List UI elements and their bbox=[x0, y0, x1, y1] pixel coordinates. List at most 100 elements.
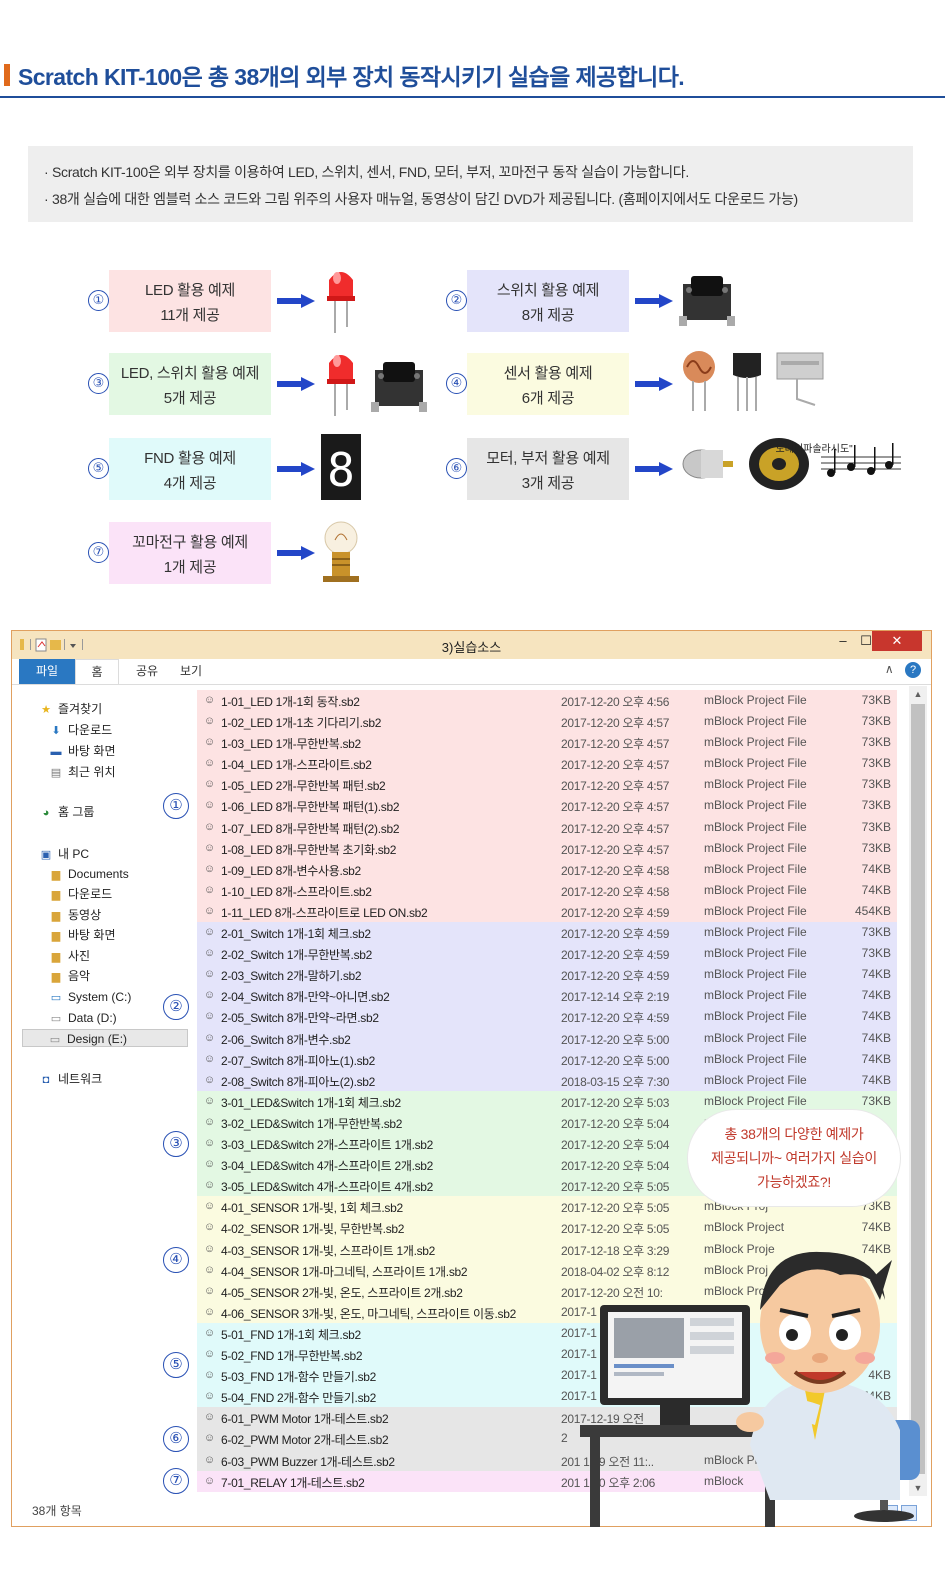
mblock-file-icon: ☺ bbox=[203, 926, 216, 939]
nav-pictures[interactable]: ▆ 사진 bbox=[48, 947, 90, 965]
file-row[interactable]: ☺ 1-09_LED 8개-변수사용.sb2 2017-12-20 오후 4:58 m… bbox=[197, 859, 897, 880]
mblock-file-icon: ☺ bbox=[203, 1073, 216, 1086]
file-row[interactable]: ☺ 1-06_LED 8개-무한반복 패턴(1).sb2 2017-12-20 오후… bbox=[197, 795, 897, 816]
group-number: ⑥ bbox=[163, 1426, 189, 1453]
nav-pc-downloads[interactable]: ▆ 다운로드 bbox=[48, 885, 112, 903]
file-row[interactable]: ☺ 1-05_LED 2개-무한반복 패턴.sb2 2017-12-20 오후 4:… bbox=[197, 774, 897, 795]
mblock-file-icon: ☺ bbox=[203, 757, 216, 770]
file-date: 2017-12-20 오후 5:05 bbox=[561, 1201, 670, 1216]
ribbon-collapse-icon[interactable]: ∧ bbox=[885, 662, 894, 676]
nav-label: 홈 그룹 bbox=[58, 805, 95, 819]
file-row[interactable]: ☺ 1-01_LED 1개-1회 동작.sb2 2017-12-20 오후 4:56… bbox=[197, 690, 897, 711]
nav-label: 사진 bbox=[68, 949, 91, 963]
file-row[interactable]: ☺ 1-10_LED 8개-스프라이트.sb2 2017-12-20 오후 4:58… bbox=[197, 880, 897, 901]
example-title: 스위치 활용 예제 bbox=[496, 282, 600, 299]
file-date: 2017-12-20 오후 4:56 bbox=[561, 695, 670, 709]
file-row[interactable]: ☺ 2-05_Switch 8개-만약~라면.sb2 2017-12-20 오후 4… bbox=[197, 1006, 897, 1027]
file-row[interactable]: ☺ 2-07_Switch 8개-피아노(1).sb2 2017-12-20 오후 … bbox=[197, 1049, 897, 1070]
nav-documents[interactable]: ▆ Documents bbox=[48, 865, 129, 883]
nav-this-pc[interactable]: ▣ 내 PC bbox=[38, 845, 89, 863]
arrow-right-icon bbox=[635, 294, 673, 308]
nav-desktop[interactable]: ▬ 바탕 화면 bbox=[48, 742, 116, 760]
component-image bbox=[321, 266, 361, 341]
example-components bbox=[321, 266, 371, 336]
nav-recent[interactable]: ▤ 최근 위치 bbox=[48, 763, 116, 781]
nav-homegroup[interactable]: ◕ 홈 그룹 bbox=[38, 803, 95, 821]
file-name: 3-03_LED&Switch 2개-스프라이트 1개.sb2 bbox=[221, 1138, 434, 1153]
nav-network[interactable]: ◘ 네트워크 bbox=[38, 1070, 103, 1088]
arrow-right-icon bbox=[635, 377, 673, 391]
file-row[interactable]: ☺ 4-02_SENSOR 1개-빛, 무한반복.sb2 2017-12-20 오후… bbox=[197, 1217, 897, 1238]
tab-share[interactable]: 공유 bbox=[125, 659, 169, 684]
file-date: 2017-12-20 오후 4:57 bbox=[561, 758, 670, 773]
component-image bbox=[679, 436, 735, 497]
video-folder-icon: ▆ bbox=[51, 910, 61, 922]
help-icon[interactable]: ? bbox=[905, 662, 921, 678]
file-date: 2017-12-20 오후 4:57 bbox=[561, 716, 670, 731]
file-row[interactable]: ☺ 2-02_Switch 1개-무한반복.sb2 2017-12-20 오후 4:… bbox=[197, 943, 897, 964]
nav-favorites[interactable]: ★ 즐겨찾기 bbox=[38, 700, 102, 718]
file-date: 2017-12-20 오후 4:59 bbox=[561, 927, 670, 942]
file-row[interactable]: ☺ 1-02_LED 1개-1초 기다리기.sb2 2017-12-20 오후 4:… bbox=[197, 711, 897, 732]
file-size: 73KB bbox=[861, 714, 891, 729]
title-accent-bar bbox=[4, 64, 10, 86]
mblock-file-icon: ☺ bbox=[203, 1158, 216, 1171]
file-row[interactable]: ☺ 2-04_Switch 8개-만약~아니면.sb2 2017-12-14 오후 … bbox=[197, 985, 897, 1006]
example-count: 6개 제공 bbox=[521, 390, 575, 407]
nav-label: 내 PC bbox=[58, 847, 90, 861]
file-name: 1-03_LED 1개-무한반복.sb2 bbox=[221, 737, 361, 752]
nav-label: Documents bbox=[68, 867, 129, 881]
file-date: 2017-12-20 오후 5:05 bbox=[561, 1180, 670, 1195]
mblock-file-icon: ☺ bbox=[203, 1115, 216, 1128]
file-row[interactable]: ☺ 2-01_Switch 1개-1회 체크.sb2 2017-12-20 오후 4… bbox=[197, 922, 897, 943]
file-name: 5-01_FND 1개-1회 체크.sb2 bbox=[221, 1328, 361, 1342]
nav-videos[interactable]: ▆ 동영상 bbox=[48, 906, 101, 924]
file-name: 2-04_Switch 8개-만약~아니면.sb2 bbox=[221, 990, 390, 1005]
mblock-file-icon: ☺ bbox=[203, 715, 216, 728]
window-titlebar: 3)실습소스 – ☐ ✕ bbox=[12, 631, 931, 659]
tab-home[interactable]: 홈 bbox=[75, 659, 119, 684]
file-name: 1-05_LED 2개-무한반복 패턴.sb2 bbox=[221, 779, 386, 794]
mblock-file-icon: ☺ bbox=[203, 1390, 216, 1403]
file-row[interactable]: ☺ 1-11_LED 8개-스프라이트로 LED ON.sb2 2017-12-20… bbox=[197, 901, 897, 922]
file-row[interactable]: ☺ 1-03_LED 1개-무한반복.sb2 2017-12-20 오후 4:57 m… bbox=[197, 732, 897, 753]
nav-pc-desktop[interactable]: ▆ 바탕 화면 bbox=[48, 926, 116, 944]
mblock-file-icon: ☺ bbox=[203, 1094, 216, 1107]
file-row[interactable]: ☺ 2-06_Switch 8개-변수.sb2 2017-12-20 오후 5:00… bbox=[197, 1028, 897, 1049]
component-image bbox=[679, 349, 719, 418]
tab-view[interactable]: 보기 bbox=[169, 659, 213, 684]
file-name: 4-02_SENSOR 1개-빛, 무한반복.sb2 bbox=[221, 1222, 405, 1237]
example-number: ③ bbox=[88, 373, 109, 394]
scroll-up-arrow[interactable]: ▲ bbox=[909, 686, 927, 702]
file-row[interactable]: ☺ 1-04_LED 1개-스프라이트.sb2 2017-12-20 오후 4:57… bbox=[197, 753, 897, 774]
close-button[interactable]: ✕ bbox=[872, 631, 922, 651]
file-row[interactable]: ☺ 2-08_Switch 8개-피아노(2).sb2 2018-03-15 오후 … bbox=[197, 1070, 897, 1091]
nav-music[interactable]: ▆ 음악 bbox=[48, 967, 90, 985]
minimize-button[interactable]: – bbox=[832, 631, 854, 651]
file-row[interactable]: ☺ 1-08_LED 8개-무한반복 초기화.sb2 2017-12-20 오후 4… bbox=[197, 838, 897, 859]
file-row[interactable]: ☺ 3-01_LED&Switch 1개-1회 체크.sb2 2017-12-20 … bbox=[197, 1091, 897, 1112]
file-name: 4-01_SENSOR 1개-빛, 1회 체크.sb2 bbox=[221, 1201, 403, 1216]
example-components bbox=[321, 518, 371, 588]
nav-drive-e[interactable]: ▭ Design (E:) bbox=[22, 1029, 188, 1047]
drive-icon: ▭ bbox=[50, 1013, 62, 1025]
file-row[interactable]: ☺ 2-03_Switch 2개-말하기.sb2 2017-12-20 오후 4:5… bbox=[197, 964, 897, 985]
nav-label: Design (E:) bbox=[67, 1032, 128, 1046]
bubble-line-3: 가능하겠죠?! bbox=[757, 1174, 831, 1190]
example-box: FND 활용 예제 4개 제공 bbox=[109, 438, 271, 500]
arrow-right-icon bbox=[277, 377, 315, 391]
example-box: LED, 스위치 활용 예제 5개 제공 bbox=[109, 353, 271, 415]
file-date: 2017-12-20 오후 5:00 bbox=[561, 1032, 670, 1047]
file-name: 1-01_LED 1개-1회 동작.sb2 bbox=[221, 695, 360, 709]
drive-icon: ▭ bbox=[49, 1034, 61, 1046]
title-underline bbox=[0, 96, 945, 98]
file-date: 2017-12-20 오후 4:58 bbox=[561, 863, 670, 878]
nav-downloads[interactable]: ⬇ 다운로드 bbox=[48, 721, 112, 739]
file-name: 4-04_SENSOR 1개-마그네틱, 스프라이트 1개.sb2 bbox=[221, 1264, 468, 1279]
nav-drive-c[interactable]: ▭ System (C:) bbox=[48, 988, 132, 1006]
file-size: 73KB bbox=[861, 693, 891, 707]
tab-file[interactable]: 파일 bbox=[19, 659, 75, 684]
group-number: ⑤ bbox=[163, 1352, 189, 1379]
nav-drive-d[interactable]: ▭ Data (D:) bbox=[48, 1009, 117, 1027]
file-row[interactable]: ☺ 1-07_LED 8개-무한반복 패턴(2).sb2 2017-12-20 오후… bbox=[197, 817, 897, 838]
